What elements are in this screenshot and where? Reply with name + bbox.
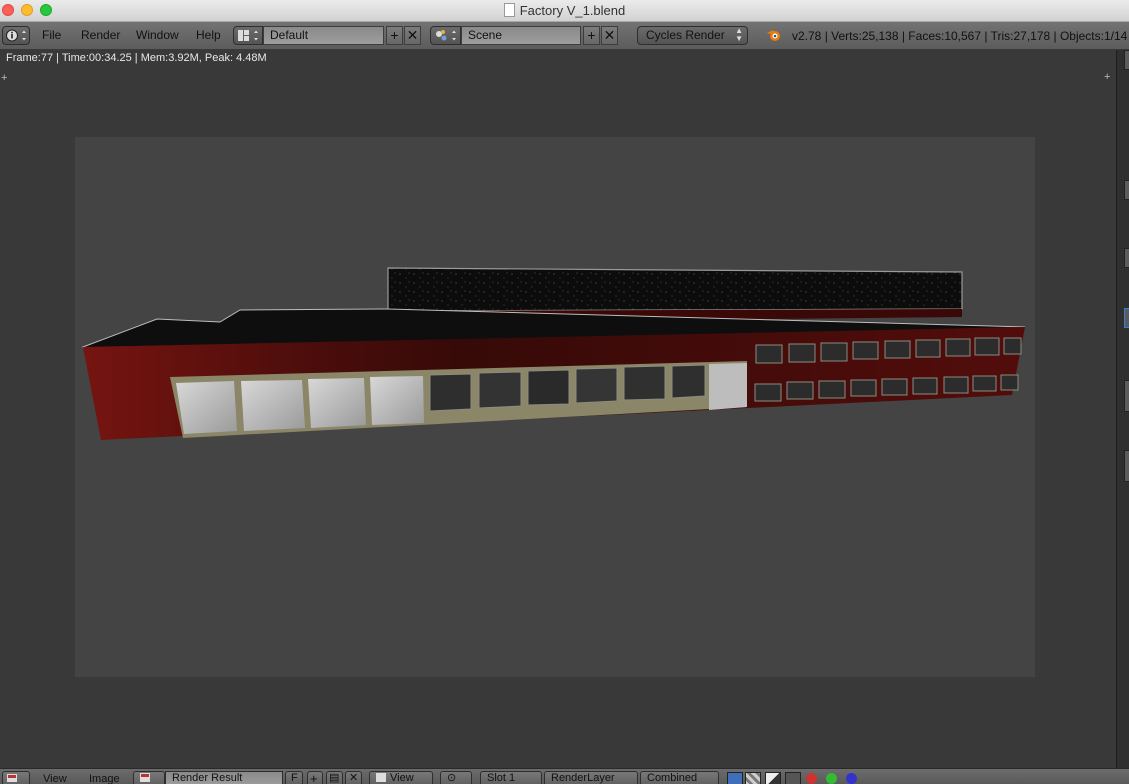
delete-scene-button[interactable]: ✕ [601,26,618,45]
document-icon [503,3,515,17]
render-engine-dropdown[interactable]: Cycles Render ▲ ▼ [637,26,748,45]
menu-image[interactable]: Image [89,773,120,784]
image-browse-icon[interactable] [133,771,165,784]
menu-file[interactable]: File [42,28,61,42]
image-name-field[interactable]: Render Result [165,771,283,784]
region-tab[interactable] [1124,380,1129,412]
draw-channels-color-alpha-icon[interactable] [727,772,743,784]
pivot-icon[interactable]: ⊙ [440,771,472,784]
menu-help[interactable]: Help [196,28,221,42]
scene-field[interactable]: Scene [461,26,581,45]
screen-layout-field[interactable]: Default [263,26,384,45]
editor-type-image-icon[interactable] [2,771,30,784]
region-tab[interactable] [1124,450,1129,482]
render-info-text: Frame:77 | Time:00:34.25 | Mem:3.92M, Pe… [6,52,267,64]
unlink-image-button[interactable]: ✕ [345,771,362,784]
region-tab[interactable] [1124,50,1129,70]
info-header: File Render Window Help Default + ✕ Scen… [0,22,1129,50]
region-tab[interactable] [1124,308,1129,328]
green-channel-icon[interactable] [826,773,837,784]
scene-stats: v2.78 | Verts:25,138 | Faces:10,567 | Tr… [792,29,1129,43]
open-image-icon[interactable]: ▤ [326,771,343,784]
render-result-image[interactable] [75,137,1035,677]
region-tab[interactable] [1124,180,1129,200]
factory-render [81,267,1026,440]
red-channel-icon[interactable] [806,773,817,784]
add-scene-button[interactable]: + [583,26,600,45]
area-split-corner-icon[interactable]: + [1104,71,1110,83]
menu-render[interactable]: Render [81,28,120,42]
window-title: Factory V_1.blend [0,3,1129,18]
image-editor-header: View Image Render Result F + ▤ ✕ View ⊙ … [0,768,1129,784]
dropdown-arrows-icon: ▲ ▼ [735,26,743,43]
fake-user-toggle[interactable]: F [285,771,303,784]
editor-type-info-icon[interactable] [2,26,30,45]
menu-view[interactable]: View [43,773,67,784]
screen-layout-selector-icon[interactable] [233,26,263,45]
window-title-text: Factory V_1.blend [519,3,626,18]
render-layer-dropdown[interactable]: RenderLayer [544,771,638,784]
draw-channels-color-icon[interactable] [745,772,761,784]
window-titlebar: Factory V_1.blend [0,0,1129,22]
view-mode-label: View [390,772,414,784]
blender-logo-icon [766,28,782,45]
new-image-button[interactable]: + [307,771,323,784]
menu-window[interactable]: Window [136,28,179,42]
region-tab[interactable] [1124,248,1129,268]
draw-channels-alpha-icon[interactable] [765,772,781,784]
blue-channel-icon[interactable] [846,773,857,784]
slot-dropdown[interactable]: Slot 1 [480,771,542,784]
view-mode-dropdown[interactable]: View [369,771,433,784]
view-mode-icon [376,773,386,782]
scene-selector-icon[interactable] [430,26,461,45]
area-split-corner-icon[interactable]: + [1,72,7,84]
delete-screen-button[interactable]: ✕ [404,26,421,45]
add-screen-button[interactable]: + [386,26,403,45]
draw-channels-zbuffer-icon[interactable] [785,772,801,784]
render-pass-dropdown[interactable]: Combined [640,771,719,784]
render-engine-label: Cycles Render [646,28,725,42]
